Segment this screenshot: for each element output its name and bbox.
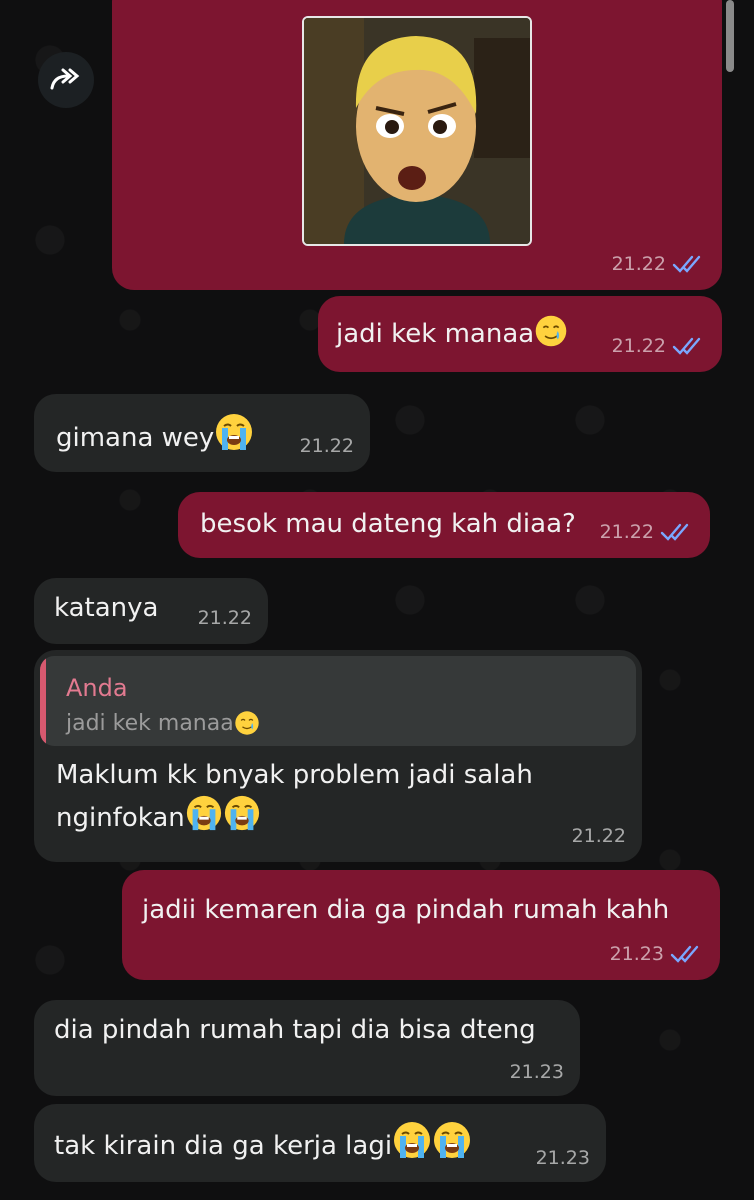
message-incoming[interactable]: dia pindah rumah tapi dia bisa dteng 21.… [34, 1000, 580, 1096]
message-outgoing[interactable]: jadi kek manaa 21.22 [318, 296, 722, 372]
message-text: gimana wey [56, 423, 215, 453]
message-text: jadi kek manaa [336, 319, 535, 349]
message-time: 21.23 [509, 1061, 564, 1083]
double-check-icon [672, 254, 706, 274]
message-meta: 21.22 [600, 514, 694, 550]
reply-quote[interactable]: Anda jadi kek manaa [40, 656, 636, 746]
double-check-icon [672, 336, 706, 356]
message-text: jadii kemaren dia ga pindah rumah kahh [142, 895, 670, 925]
message-time: 21.22 [197, 607, 252, 629]
loudly-crying-face-emoji [214, 412, 254, 452]
cartoon-avatar-image [304, 18, 530, 244]
smiling-face-with-tear-emoji [534, 314, 568, 348]
message-meta: 21.22 [612, 328, 706, 364]
message-incoming-reply[interactable]: Anda jadi kek manaa Maklum kk bnyak prob… [34, 650, 642, 862]
message-text-line: Maklum kk bnyak problem jadi salah [56, 760, 533, 790]
message-text: katanya [54, 593, 159, 623]
message-time: 21.23 [535, 1147, 590, 1169]
message-meta: 21.22 [572, 818, 626, 854]
message-text: dia pindah rumah tapi dia bisa dteng [54, 1015, 536, 1045]
message-meta: 21.22 [612, 246, 706, 282]
loudly-crying-face-emoji [185, 794, 223, 832]
message-meta: 21.23 [536, 1140, 590, 1176]
quote-text-row: jadi kek manaa [66, 706, 260, 742]
message-meta: 21.23 [510, 1054, 564, 1090]
double-check-icon [670, 944, 704, 964]
message-text: tak kirain dia ga kerja lagi [54, 1131, 393, 1161]
message-incoming[interactable]: gimana wey 21.22 [34, 394, 370, 472]
message-time: 21.22 [611, 253, 666, 275]
loudly-crying-face-emoji [432, 1120, 472, 1160]
quote-sender: Anda [66, 674, 128, 702]
loudly-crying-face-emoji [223, 794, 261, 832]
message-text-line: nginfokan [56, 803, 185, 833]
message-time: 21.22 [299, 435, 354, 457]
message-meta: 21.22 [300, 428, 354, 464]
message-time: 21.23 [609, 943, 664, 965]
loudly-crying-face-emoji [392, 1120, 432, 1160]
message-incoming[interactable]: katanya 21.22 [34, 578, 268, 644]
message-time: 21.22 [611, 335, 666, 357]
message-outgoing[interactable]: jadii kemaren dia ga pindah rumah kahh 2… [122, 870, 720, 980]
forward-button[interactable] [38, 52, 94, 108]
smiling-face-with-tear-emoji [234, 710, 260, 736]
message-outgoing[interactable]: besok mau dateng kah diaa? 21.22 [178, 492, 710, 558]
message-incoming[interactable]: tak kirain dia ga kerja lagi 21.23 [34, 1104, 606, 1182]
message-time: 21.22 [599, 521, 654, 543]
double-check-icon [660, 522, 694, 542]
quote-text: jadi kek manaa [66, 711, 234, 736]
message-text-line-row: nginfokan [56, 794, 533, 837]
message-meta: 21.22 [198, 600, 252, 636]
scrollbar[interactable] [726, 0, 734, 72]
message-text: besok mau dateng kah diaa? [200, 509, 576, 539]
message-time: 21.22 [571, 825, 626, 847]
message-meta: 21.23 [610, 936, 704, 972]
forward-arrow-icon [50, 68, 80, 90]
quote-accent-bar [40, 656, 46, 746]
image-attachment[interactable] [302, 16, 532, 246]
